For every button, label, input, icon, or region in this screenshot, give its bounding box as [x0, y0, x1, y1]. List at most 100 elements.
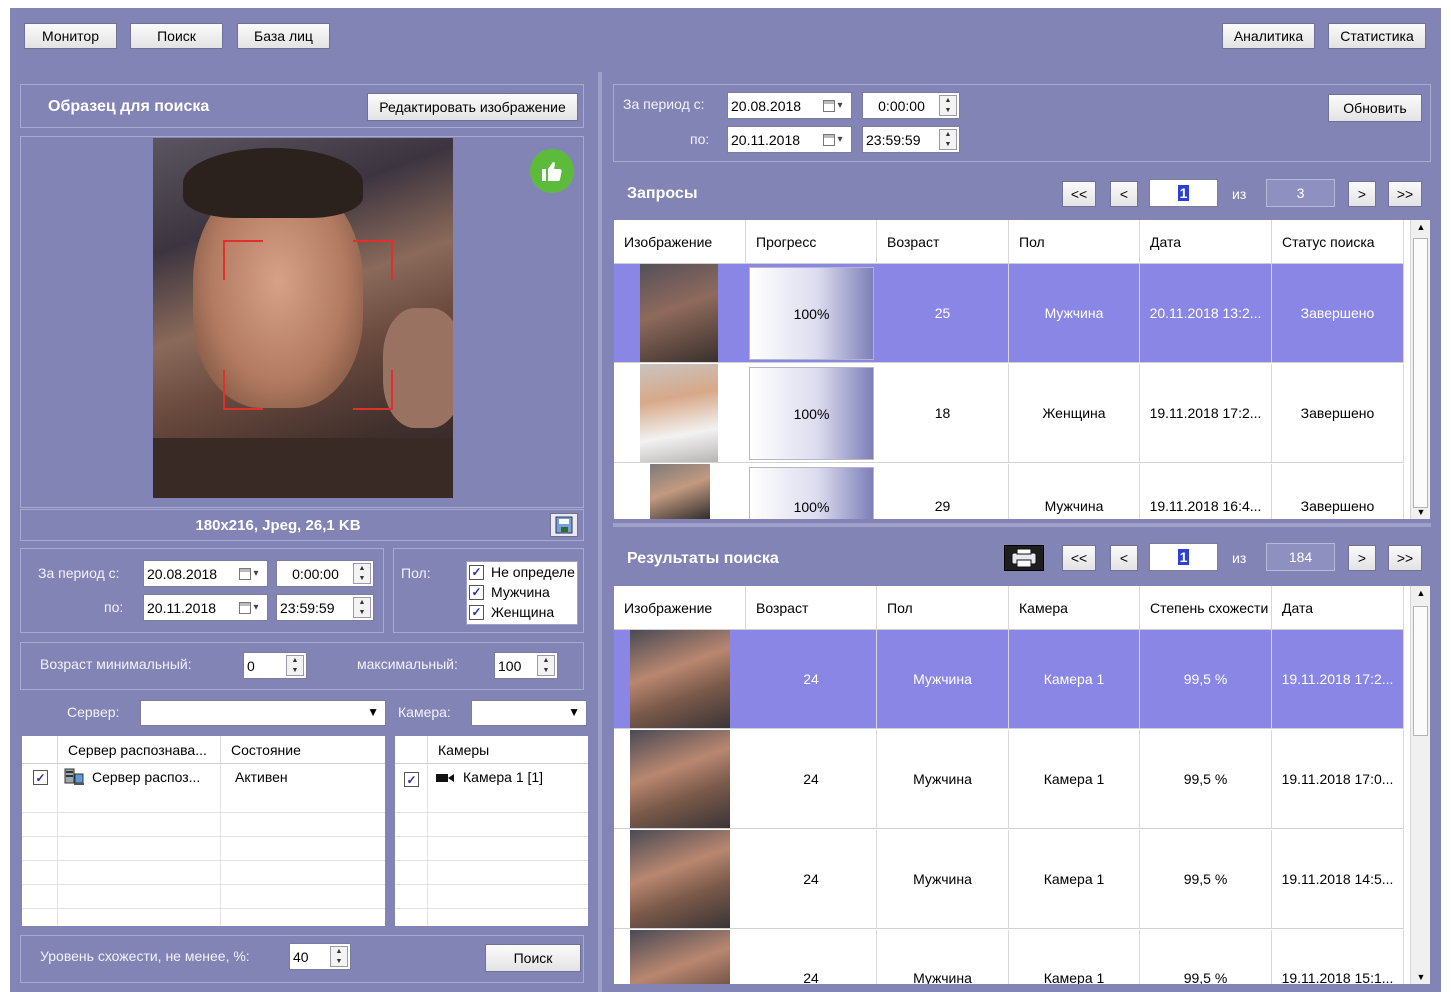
camera-row[interactable]: ✓ Камера 1 [1] — [395, 764, 588, 792]
requests-header-gender[interactable]: Пол — [1009, 220, 1140, 264]
servers-header-name[interactable]: Сервер распознава... — [58, 736, 221, 764]
left-date-from-input[interactable]: 20.08.2018 ▾ — [143, 560, 268, 587]
right-date-from-input[interactable]: 20.08.2018 ▾ — [727, 92, 852, 119]
result-camera: Камера 1 — [1009, 830, 1140, 928]
left-date-to-input[interactable]: 20.11.2018 ▾ — [143, 594, 268, 621]
print-icon[interactable] — [1004, 545, 1044, 571]
spinner-icon[interactable]: ▲ ▼ — [286, 655, 304, 676]
scroll-down-icon[interactable]: ▼ — [1411, 507, 1430, 517]
request-gender: Мужчина — [1009, 264, 1140, 362]
results-first-page-button[interactable]: << — [1062, 545, 1096, 571]
requests-total-pages: 3 — [1266, 179, 1335, 207]
results-next-page-button[interactable]: > — [1348, 545, 1376, 571]
results-header-date[interactable]: Дата — [1272, 586, 1404, 630]
requests-page-input[interactable]: 1 — [1149, 179, 1218, 207]
scroll-up-icon[interactable]: ▲ — [1411, 222, 1430, 232]
splitter[interactable] — [598, 72, 602, 992]
left-date-from-value: 20.08.2018 — [147, 565, 218, 582]
results-total-pages: 184 — [1266, 543, 1335, 571]
calendar-icon[interactable]: ▾ — [231, 561, 267, 586]
requests-header-image[interactable]: Изображение — [614, 220, 746, 264]
spinner-icon[interactable]: ▲ ▼ — [537, 655, 555, 676]
save-image-icon[interactable] — [550, 513, 578, 537]
right-period-to-label: по: — [690, 131, 710, 147]
face-db-button[interactable]: База лиц — [237, 23, 330, 49]
gender-option-male[interactable]: ✓ Мужчина — [469, 584, 550, 600]
calendar-icon[interactable]: ▾ — [815, 127, 851, 152]
calendar-icon[interactable]: ▾ — [231, 595, 267, 620]
request-row[interactable]: 100% 25 Мужчина 20.11.2018 13:2... Завер… — [614, 264, 1404, 363]
request-thumbnail — [640, 364, 718, 462]
statistics-button[interactable]: Статистика — [1328, 23, 1426, 49]
result-row[interactable]: 24 Мужчина Камера 1 99,5 % 19.11.2018 17… — [614, 630, 1404, 729]
results-header-age[interactable]: Возраст — [746, 586, 877, 630]
analytics-button[interactable]: Аналитика — [1222, 23, 1315, 49]
results-last-page-button[interactable]: >> — [1388, 545, 1422, 571]
checkbox-checked-icon[interactable]: ✓ — [469, 584, 484, 600]
checkbox-checked-icon[interactable]: ✓ — [33, 770, 48, 785]
scroll-down-icon[interactable]: ▼ — [1411, 972, 1430, 982]
horizontal-splitter[interactable] — [613, 523, 1431, 527]
servers-header-status[interactable]: Состояние — [221, 736, 385, 764]
requests-prev-page-button[interactable]: < — [1110, 181, 1138, 207]
requests-scroll-thumb[interactable] — [1413, 238, 1428, 508]
checkbox-checked-icon[interactable]: ✓ — [404, 772, 419, 787]
requests-header-age[interactable]: Возраст — [877, 220, 1009, 264]
server-select[interactable]: ▼ — [140, 700, 386, 726]
results-page-input[interactable]: 1 — [1149, 543, 1218, 571]
checkbox-checked-icon[interactable]: ✓ — [469, 604, 484, 620]
similarity-input[interactable]: 40 ▲ ▼ — [289, 943, 351, 970]
spinner-icon[interactable]: ▲ ▼ — [353, 597, 371, 618]
requests-scrollbar[interactable]: ▲ ▼ — [1410, 220, 1430, 519]
request-row[interactable]: 100% 18 Женщина 19.11.2018 17:2... Завер… — [614, 364, 1404, 463]
search-button[interactable]: Поиск — [485, 944, 581, 972]
results-title: Результаты поиска — [627, 550, 779, 567]
right-time-to-input[interactable]: 23:59:59 ▲ ▼ — [862, 126, 960, 153]
requests-header-date[interactable]: Дата — [1140, 220, 1272, 264]
right-time-from-input[interactable]: 0:00:00 ▲ ▼ — [862, 92, 960, 119]
spinner-icon[interactable]: ▲ ▼ — [353, 563, 371, 584]
results-scrollbar[interactable]: ▲ ▼ — [1410, 586, 1430, 984]
search-tab-button[interactable]: Поиск — [130, 23, 223, 49]
checkbox-checked-icon[interactable]: ✓ — [469, 564, 484, 580]
requests-header-progress[interactable]: Прогресс — [746, 220, 877, 264]
results-header-gender[interactable]: Пол — [877, 586, 1009, 630]
camera-select[interactable]: ▼ — [471, 700, 587, 726]
left-time-from-input[interactable]: 0:00:00 ▲ ▼ — [276, 560, 374, 587]
results-header-similarity[interactable]: Степень схожести — [1140, 586, 1272, 630]
left-time-to-input[interactable]: 23:59:59 ▲ ▼ — [276, 594, 374, 621]
scroll-up-icon[interactable]: ▲ — [1411, 588, 1430, 598]
cameras-check-header — [395, 736, 428, 764]
server-row[interactable]: ✓ Сервер распоз... Активен — [22, 764, 385, 792]
spinner-icon[interactable]: ▲ ▼ — [330, 946, 348, 967]
requests-table: Изображение Прогресс Возраст Пол Дата Ст… — [614, 220, 1430, 519]
monitor-button[interactable]: Монитор — [24, 23, 117, 49]
requests-header-status[interactable]: Статус поиска — [1272, 220, 1404, 264]
result-gender: Мужчина — [877, 830, 1009, 928]
gender-option-unknown[interactable]: ✓ Не определе — [469, 564, 575, 580]
requests-first-page-button[interactable]: << — [1062, 181, 1096, 207]
calendar-icon[interactable]: ▾ — [815, 93, 851, 118]
result-row[interactable]: 24 Мужчина Камера 1 99,5 % 19.11.2018 17… — [614, 730, 1404, 829]
gender-option-female[interactable]: ✓ Женщина — [469, 604, 554, 620]
result-row[interactable]: 24 Мужчина Камера 1 99,5 % 19.11.2018 14… — [614, 830, 1404, 929]
requests-last-page-button[interactable]: >> — [1388, 181, 1422, 207]
requests-next-page-button[interactable]: > — [1348, 181, 1376, 207]
request-thumbnail — [650, 464, 710, 519]
age-min-input[interactable]: 0 ▲ ▼ — [243, 652, 307, 679]
results-header-camera[interactable]: Камера — [1009, 586, 1140, 630]
result-row[interactable]: 24 Мужчина Камера 1 99,5 % 19.11.2018 15… — [614, 930, 1404, 984]
age-max-input[interactable]: 100 ▲ ▼ — [494, 652, 558, 679]
cameras-header[interactable]: Камеры — [428, 736, 588, 764]
edit-image-button[interactable]: Редактировать изображение — [367, 93, 578, 121]
result-thumbnail — [630, 730, 730, 828]
spinner-icon[interactable]: ▲ ▼ — [939, 95, 957, 116]
servers-check-header — [22, 736, 58, 764]
results-header-image[interactable]: Изображение — [614, 586, 746, 630]
right-date-to-input[interactable]: 20.11.2018 ▾ — [727, 126, 852, 153]
request-row[interactable]: 100% 29 Мужчина 19.11.2018 16:4... Завер… — [614, 464, 1404, 519]
spinner-icon[interactable]: ▲ ▼ — [939, 129, 957, 150]
results-scroll-thumb[interactable] — [1413, 606, 1428, 736]
refresh-button[interactable]: Обновить — [1328, 94, 1422, 122]
results-prev-page-button[interactable]: < — [1110, 545, 1138, 571]
